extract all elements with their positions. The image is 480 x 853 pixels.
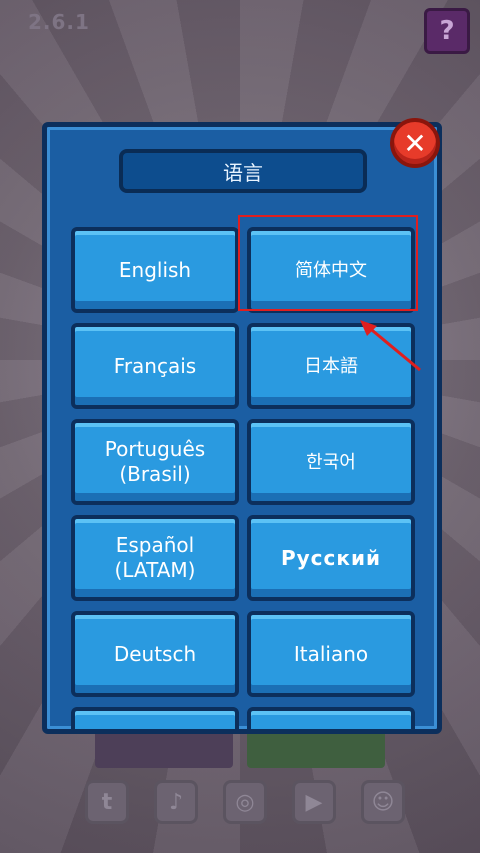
background-button-left — [95, 728, 233, 768]
discord-icon[interactable]: ☺ — [361, 780, 405, 824]
version-label: 2.6.1 — [28, 10, 90, 34]
language-dialog: 语言 English 简体中文 Français 日本語 Português (… — [42, 122, 442, 734]
background-button-right — [247, 728, 385, 768]
language-button-russian[interactable]: Русский — [247, 515, 415, 601]
language-button-portuguese-brasil[interactable]: Português (Brasil) — [71, 419, 239, 505]
background-buttons — [95, 728, 385, 768]
question-icon: ? — [439, 16, 455, 46]
language-button-english[interactable]: English — [71, 227, 239, 313]
language-button-more-right[interactable] — [247, 707, 415, 729]
language-button-more-left[interactable] — [71, 707, 239, 729]
highlight-box — [238, 215, 418, 311]
close-button[interactable]: ✕ — [390, 118, 440, 168]
close-icon: ✕ — [403, 126, 427, 160]
language-button-german[interactable]: Deutsch — [71, 611, 239, 697]
language-button-french[interactable]: Français — [71, 323, 239, 409]
language-button-korean[interactable]: 한국어 — [247, 419, 415, 505]
twitter-icon[interactable]: t — [85, 780, 129, 824]
social-links: t ♪ ◎ ▶ ☺ — [85, 780, 405, 826]
help-button[interactable]: ? — [424, 8, 470, 54]
instagram-icon[interactable]: ◎ — [223, 780, 267, 824]
language-button-spanish-latam[interactable]: Español (LATAM) — [71, 515, 239, 601]
dialog-title: 语言 — [119, 149, 367, 193]
language-button-italian[interactable]: Italiano — [247, 611, 415, 697]
annotation-arrow — [360, 320, 421, 372]
youtube-icon[interactable]: ▶ — [292, 780, 336, 824]
tiktok-icon[interactable]: ♪ — [154, 780, 198, 824]
